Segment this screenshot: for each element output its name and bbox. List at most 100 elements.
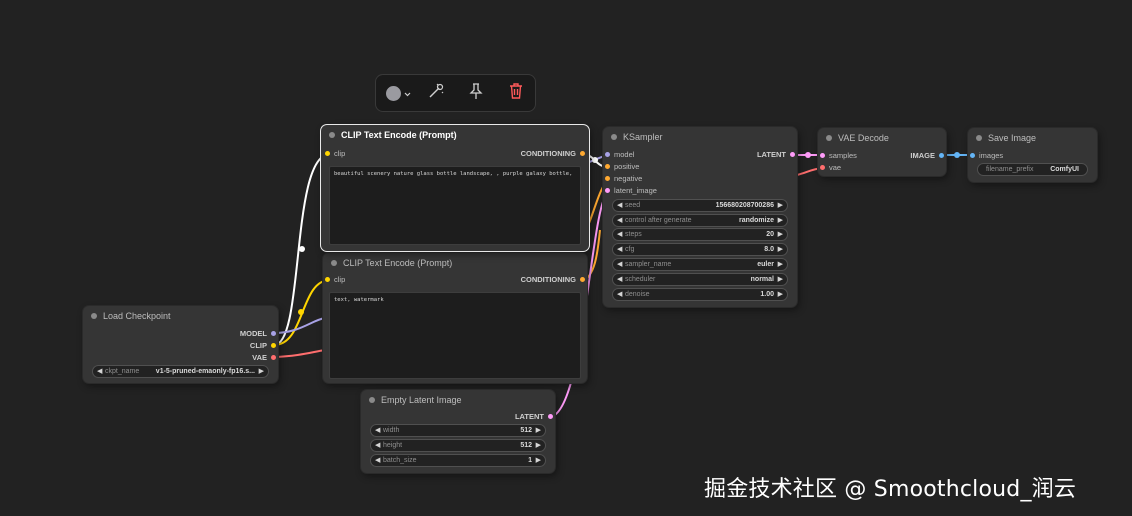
slot-label: CONDITIONING [520,149,576,158]
widget-label: denoise [625,291,650,298]
slot-pin[interactable] [939,153,944,158]
input-negative[interactable]: negative [603,174,642,184]
node-title: Empty Latent Image [361,390,555,410]
input-vae[interactable]: vae [818,163,841,173]
slot-pin[interactable] [790,152,795,157]
widget-value: euler [757,261,774,268]
prompt-textarea[interactable]: text, watermark [329,292,581,379]
increment-arrow-icon[interactable]: ▶ [536,440,541,451]
widget-scheduler[interactable]: ◀ scheduler normal ▶ [612,273,788,286]
slot-pin[interactable] [548,414,553,419]
increment-arrow-icon[interactable]: ▶ [259,366,264,377]
delete-button[interactable] [504,82,528,103]
filename-prefix-field[interactable]: filename_prefix ComfyUI [977,163,1088,176]
decrement-arrow-icon[interactable]: ◀ [375,425,380,436]
collapse-dot-icon[interactable] [91,313,97,319]
node-save-image[interactable]: Save Image images filename_prefix ComfyU… [968,128,1097,182]
decrement-arrow-icon[interactable]: ◀ [617,274,622,285]
node-title-text: VAE Decode [838,133,889,143]
decrement-arrow-icon[interactable]: ◀ [617,200,622,211]
output-conditioning[interactable]: CONDITIONING [521,149,587,159]
slot-label: samples [829,151,857,160]
color-picker-button[interactable] [382,83,414,103]
slot-pin[interactable] [271,343,276,348]
widget-control-after-generate[interactable]: ◀ control after generate randomize ▶ [612,214,788,227]
slot-pin[interactable] [325,277,330,282]
output-model[interactable]: MODEL [240,329,278,339]
input-positive[interactable]: positive [603,162,639,172]
node-ksampler[interactable]: KSampler model positive negative latent_… [603,127,797,307]
node-empty-latent-image[interactable]: Empty Latent Image LATENT ◀ width 512 ▶ ◀ he… [361,390,555,473]
increment-arrow-icon[interactable]: ▶ [536,425,541,436]
collapse-dot-icon[interactable] [611,134,617,140]
workflow-canvas[interactable]: Load Checkpoint MODEL CLIP VAE ◀ ckpt_na… [0,0,1132,516]
collapse-dot-icon[interactable] [369,397,375,403]
node-clip-text-encode-positive[interactable]: CLIP Text Encode (Prompt) clip CONDITION… [321,125,589,251]
input-clip[interactable]: clip [323,149,345,159]
widget-width[interactable]: ◀ width 512 ▶ [370,424,546,437]
collapse-dot-icon[interactable] [331,260,337,266]
decrement-arrow-icon[interactable]: ◀ [617,289,622,300]
output-conditioning[interactable]: CONDITIONING [521,275,587,285]
output-vae[interactable]: VAE [252,353,278,363]
output-latent[interactable]: LATENT [515,412,555,422]
increment-arrow-icon[interactable]: ▶ [778,200,783,211]
slot-pin[interactable] [605,152,610,157]
wire-model [273,317,326,334]
input-samples[interactable]: samples [818,151,857,161]
ckpt-name-combo[interactable]: ◀ ckpt_name v1-5-pruned-emaonly-fp16.s..… [92,365,269,378]
widget-steps[interactable]: ◀ steps 20 ▶ [612,228,788,241]
input-model[interactable]: model [603,150,634,160]
increment-arrow-icon[interactable]: ▶ [778,259,783,270]
widget-value: 1 [528,457,532,464]
collapse-dot-icon[interactable] [826,135,832,141]
slot-pin[interactable] [580,151,585,156]
slot-pin[interactable] [325,151,330,156]
input-clip[interactable]: clip [323,275,345,285]
slot-pin[interactable] [820,165,825,170]
output-clip[interactable]: CLIP [250,341,278,351]
widget-batch-size[interactable]: ◀ batch_size 1 ▶ [370,454,546,467]
collapse-dot-icon[interactable] [976,135,982,141]
prompt-textarea[interactable]: beautiful scenery nature glass bottle la… [329,166,581,245]
widget-denoise[interactable]: ◀ denoise 1.00 ▶ [612,288,788,301]
slot-label: positive [614,162,640,171]
decrement-arrow-icon[interactable]: ◀ [375,455,380,466]
input-latent-image[interactable]: latent_image [603,186,657,196]
slot-pin[interactable] [605,164,610,169]
bypass-button[interactable] [424,83,448,103]
slot-pin[interactable] [271,331,276,336]
decrement-arrow-icon[interactable]: ◀ [617,229,622,240]
increment-arrow-icon[interactable]: ▶ [536,455,541,466]
node-load-checkpoint[interactable]: Load Checkpoint MODEL CLIP VAE ◀ ckpt_na… [83,306,278,383]
slot-pin[interactable] [271,355,276,360]
widget-seed[interactable]: ◀ seed 156680208700286 ▶ [612,199,788,212]
increment-arrow-icon[interactable]: ▶ [778,289,783,300]
increment-arrow-icon[interactable]: ▶ [778,229,783,240]
output-image[interactable]: IMAGE [910,151,946,161]
slot-pin[interactable] [605,176,610,181]
decrement-arrow-icon[interactable]: ◀ [617,215,622,226]
decrement-arrow-icon[interactable]: ◀ [97,366,102,377]
slot-pin[interactable] [820,153,825,158]
widget-cfg[interactable]: ◀ cfg 8.0 ▶ [612,243,788,256]
increment-arrow-icon[interactable]: ▶ [778,244,783,255]
collapse-dot-icon[interactable] [329,132,335,138]
slot-pin[interactable] [970,153,975,158]
input-images[interactable]: images [968,151,1003,161]
increment-arrow-icon[interactable]: ▶ [778,274,783,285]
decrement-arrow-icon[interactable]: ◀ [375,440,380,451]
widget-sampler-name[interactable]: ◀ sampler_name euler ▶ [612,258,788,271]
slot-label: clip [334,149,346,158]
node-clip-text-encode-negative[interactable]: CLIP Text Encode (Prompt) clip CONDITION… [323,253,587,383]
pin-button[interactable] [464,82,488,103]
slot-pin[interactable] [580,277,585,282]
increment-arrow-icon[interactable]: ▶ [778,215,783,226]
node-title: Save Image [968,128,1097,148]
node-vae-decode[interactable]: VAE Decode samples vae IMAGE [818,128,946,176]
widget-height[interactable]: ◀ height 512 ▶ [370,439,546,452]
decrement-arrow-icon[interactable]: ◀ [617,244,622,255]
slot-pin[interactable] [605,188,610,193]
decrement-arrow-icon[interactable]: ◀ [617,259,622,270]
output-latent[interactable]: LATENT [757,150,797,160]
